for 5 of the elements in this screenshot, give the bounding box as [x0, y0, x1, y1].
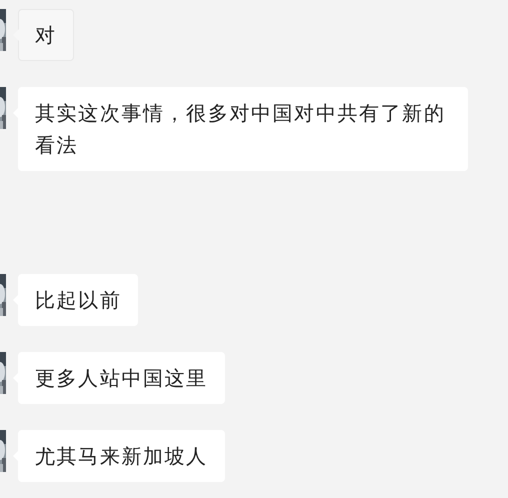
message-text: 其实这次事情，很多对中国对中共有了新的看法: [35, 101, 446, 157]
message-text: 比起以前: [35, 288, 122, 312]
message-text: 对: [35, 23, 57, 47]
message-text: 更多人站中国这里: [35, 366, 208, 390]
message-text: 尤其马来新加坡人: [35, 444, 208, 468]
